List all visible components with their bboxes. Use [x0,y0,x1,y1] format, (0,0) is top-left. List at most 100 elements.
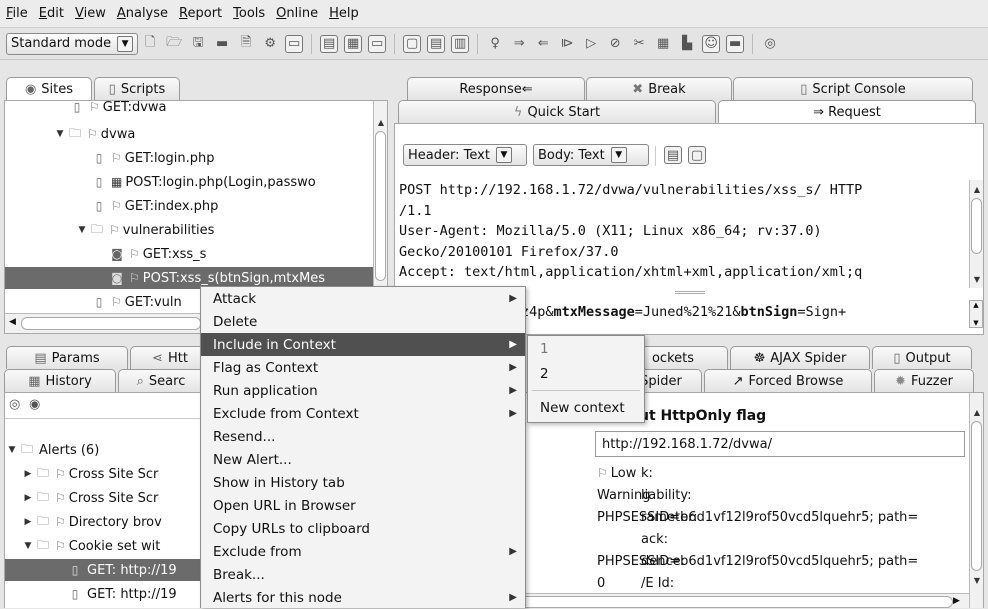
menu-edit[interactable]: Edit [39,6,64,21]
tab-layout-icon[interactable]: ▤ [427,34,446,53]
expanded-triangle-icon[interactable]: ▼ [75,225,89,235]
detail-vertical-scrollbar[interactable]: ▲ ▼ [969,393,983,608]
tab-quick-start[interactable]: ϟ Quick Start [398,100,716,123]
tab-request[interactable]: ⇒ Request [718,100,976,123]
console-icon[interactable]: ▭ [285,34,304,53]
scroll-thumb[interactable] [971,421,982,571]
scroll-down-icon[interactable]: ▼ [970,272,984,286]
tree-node-dvwa[interactable]: ▼ 🗀 ⚐ dvwa [53,123,136,145]
tree-node-post-login[interactable]: ▯ ▦ POST:login.php(Login,passwo [91,171,316,193]
tab-http-sessions[interactable]: ⋖ Htt [130,346,210,369]
expanded-triangle-icon[interactable]: ▼ [53,129,67,139]
expanded-triangle-icon[interactable]: ▼ [21,541,35,551]
body-spin-scroll[interactable]: ▲ ▼ [969,300,983,328]
open-session-icon[interactable]: 🗁 [165,35,183,53]
alert-xss-1[interactable]: ▶ 🗀 ⚐ Cross Site Scr [21,463,159,485]
menu-item-delete[interactable]: Delete [201,310,525,333]
menu-item-copy-urls[interactable]: Copy URLs to clipboard [201,517,525,540]
help-icon[interactable]: ◎ [761,35,779,53]
menu-file[interactable]: File [6,6,28,21]
scroll-thumb[interactable] [21,317,201,330]
tree-node-get-vuln[interactable]: ▯ ⚐ GET:vuln [91,291,182,313]
collapsed-triangle-icon[interactable]: ▶ [21,517,35,527]
globe-icon[interactable]: ◉ [29,397,40,412]
scroll-right-icon[interactable]: ▶ [953,596,960,606]
tab-search[interactable]: ⌕ Searc [118,369,204,392]
submenu-item-context-1[interactable]: 1 [528,336,644,361]
single-view-icon[interactable]: ▢ [688,146,706,164]
options-gear-icon[interactable]: ⚙ [261,35,279,53]
menu-view[interactable]: View [75,6,106,21]
request-header-text[interactable]: POST http://192.168.1.72/dvwa/vulnerabil… [399,180,967,288]
request-body-text[interactable]: z4p&mtxMessage=Juned%21%21&btnSign=Sign+ [521,304,846,320]
menu-item-include-in-context[interactable]: Include in Context ▶ [201,333,525,356]
hud-icon[interactable]: ▬ [726,34,745,53]
scroll-down-icon[interactable]: ▼ [973,319,978,327]
scroll-thumb[interactable] [375,131,386,281]
menu-item-exclude-from-context[interactable]: Exclude from Context ▶ [201,402,525,425]
lightbulb-icon[interactable]: ♀ [486,35,504,53]
alert-instance[interactable]: ▯ GET: http://19 [67,583,177,605]
scan-policy-icon[interactable]: ▦ [654,35,672,53]
mode-select[interactable]: Standard mode ▼ [6,32,139,55]
tab-output[interactable]: ▯ Output [872,346,972,369]
submenu-item-context-2[interactable]: 2 [528,361,644,386]
scroll-up-icon[interactable]: ▲ [970,405,983,419]
menu-report[interactable]: Report [179,6,222,21]
menu-help[interactable]: Help [329,6,359,21]
step-icon[interactable]: ⧐ [558,35,576,53]
menu-item-show-in-history[interactable]: Show in History tab [201,471,525,494]
alert-xss-2[interactable]: ▶ 🗀 ⚐ Cross Site Scr [21,487,159,509]
break-responses-icon[interactable]: ⇐ [534,35,552,53]
split-view-icon[interactable]: ▤ [664,146,682,164]
alerts-root[interactable]: ▼ 🗀 Alerts (6) [5,439,100,461]
menu-item-open-url-in-browser[interactable]: Open URL in Browser [201,494,525,517]
collapsed-triangle-icon[interactable]: ▶ [21,493,35,503]
tab-response[interactable]: Response⇐ [407,77,585,100]
header-format-select[interactable]: Header: Text ▼ [403,144,527,166]
tab-ajax-spider[interactable]: ☸ AJAX Spider [730,346,870,369]
scroll-thumb[interactable] [513,596,953,608]
menu-tools[interactable]: Tools [233,6,265,21]
menu-item-alerts-for-node[interactable]: Alerts for this node ▶ [201,586,525,609]
continue-icon[interactable]: ▷ [582,35,600,53]
new-session-icon[interactable]: 🗋 [141,35,159,53]
tree-node-get-dvwa[interactable]: ▯ ⚐ GET:dvwa [69,101,167,115]
alert-directory-browsing[interactable]: ▶ 🗀 ⚐ Directory brov [21,511,162,533]
tools-icon[interactable]: ✂ [630,35,648,53]
scroll-left-icon[interactable]: ◀ [9,317,16,327]
filter-icon[interactable]: ◎ [9,397,20,412]
tree-node-get-xss-s[interactable]: ◙ ⚐ GET:xss_s [109,243,206,265]
tab-break[interactable]: ✖ Break [586,77,732,100]
save-session-icon[interactable]: 🖫 [189,35,207,53]
submenu-item-new-context[interactable]: New context [528,395,644,420]
tree-node-vulnerabilities[interactable]: ▼ 🗀 ⚐ vulnerabilities [75,219,215,241]
menu-item-flag-as-context[interactable]: Flag as Context ▶ [201,356,525,379]
menu-item-resend[interactable]: Resend... [201,425,525,448]
menu-item-new-alert[interactable]: New Alert... [201,448,525,471]
menu-item-exclude-from[interactable]: Exclude from ▶ [201,540,525,563]
tab-sites[interactable]: ◉ Sites [6,77,92,100]
tab-columns-icon[interactable]: ▥ [451,34,470,53]
scroll-up-icon[interactable]: ▲ [973,301,978,309]
layout-full-icon[interactable]: ▤ [320,34,339,53]
sites-vertical-scrollbar[interactable]: ▲ [373,101,387,313]
alert-url-field[interactable]: http://192.168.1.72/dvwa/ [595,431,965,457]
split-pane-divider[interactable] [675,291,705,294]
tab-history[interactable]: ▦ History [4,369,116,392]
manage-addons-icon[interactable]: ☺ [702,34,721,53]
scroll-up-icon[interactable]: ▲ [970,182,984,196]
tab-script-console[interactable]: ▯ Script Console [733,77,973,100]
tree-node-get-index[interactable]: ▯ ⚐ GET:index.php [91,195,219,217]
tree-node-get-login[interactable]: ▯ ⚐ GET:login.php [91,147,215,169]
menu-online[interactable]: Online [276,6,318,21]
scroll-down-icon[interactable]: ▼ [970,573,983,587]
alert-instance-selected[interactable]: ▯ GET: http://19 [5,559,205,581]
layout-split-icon[interactable]: ▦ [344,34,363,53]
alert-cookie-httponly[interactable]: ▼ 🗀 ⚐ Cookie set wit [21,535,161,557]
menu-item-attack[interactable]: Attack ▶ [201,287,525,310]
collapsed-triangle-icon[interactable]: ▶ [21,469,35,479]
plugins-icon[interactable]: ▙ [678,35,696,53]
header-vertical-scrollbar[interactable]: ▲ ▼ [969,180,983,288]
scroll-up-icon[interactable]: ▲ [374,115,387,129]
